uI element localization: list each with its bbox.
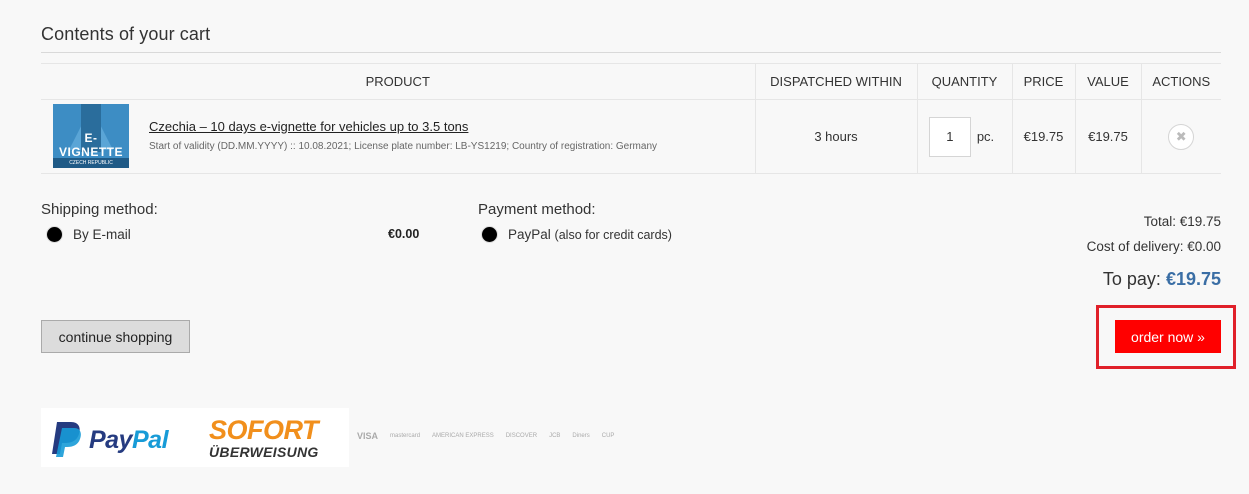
column-header-product: PRODUCT: [41, 63, 755, 100]
cart-title: Contents of your cart: [41, 24, 211, 44]
payment-method-label: Payment method:: [478, 201, 596, 218]
product-thumbnail[interactable]: E-VIGNETTE CZECH REPUBLIC: [53, 104, 129, 168]
quantity-cell: pc.: [916, 99, 1012, 174]
product-name-link[interactable]: Czechia – 10 days e-vignette for vehicle…: [149, 119, 468, 134]
actions-cell: ✖: [1140, 99, 1221, 174]
thumbnail-strip: CZECH REPUBLIC: [53, 158, 129, 168]
delivery-cost-line: Cost of delivery: €0.00: [1086, 239, 1221, 254]
visa-icon: VISA: [357, 431, 379, 441]
sofort-logo: SOFORT ÜBERWEISUNG: [209, 415, 319, 460]
payment-logos-box: PayPal SOFORT ÜBERWEISUNG: [41, 408, 349, 467]
dispatched-cell: 3 hours: [754, 99, 917, 174]
shipping-price: €0.00: [388, 227, 420, 241]
product-details: Start of validity (DD.MM.YYYY) :: 10.08.…: [149, 141, 658, 152]
continue-shopping-button[interactable]: continue shopping: [41, 320, 190, 353]
column-header-quantity: QUANTITY: [916, 63, 1012, 100]
table-row: E-VIGNETTE CZECH REPUBLIC Czechia – 10 d…: [41, 99, 1221, 174]
column-header-price: PRICE: [1011, 63, 1075, 100]
column-header-actions: ACTIONS: [1140, 63, 1221, 100]
payment-option-note: (also for credit cards): [554, 228, 672, 242]
order-totals: Total: €19.75 Cost of delivery: €0.00 To…: [1087, 214, 1221, 290]
paypal-icon: [49, 420, 83, 463]
unionpay-icon: CUP: [601, 433, 615, 439]
price-cell: €19.75: [1011, 99, 1075, 174]
thumbnail-label: E-VIGNETTE: [58, 131, 123, 159]
shipping-radio[interactable]: [46, 226, 63, 243]
shipping-option[interactable]: By E-mail: [46, 226, 131, 243]
column-header-dispatched: DISPATCHED WITHIN: [754, 63, 917, 100]
table-header-row: PRODUCT DISPATCHED WITHIN QUANTITY PRICE…: [41, 63, 1221, 100]
amex-icon: AMERICAN EXPRESS: [432, 433, 494, 439]
diners-icon: Diners: [572, 433, 590, 439]
jcb-icon: JCB: [549, 433, 561, 439]
to-pay-amount: €19.75: [1165, 269, 1221, 289]
cart-page: Contents of your cart PRODUCT DISPATCHED…: [0, 0, 1249, 494]
quantity-input[interactable]: [928, 116, 971, 157]
to-pay-label: To pay:: [1102, 269, 1161, 289]
paypal-logo: PayPal: [89, 426, 169, 454]
value-cell: €19.75: [1074, 99, 1141, 174]
close-icon: ✖: [1175, 129, 1187, 144]
to-pay-line: To pay: €19.75: [1087, 269, 1221, 290]
column-header-value: VALUE: [1074, 63, 1141, 100]
remove-item-button[interactable]: ✖: [1168, 123, 1195, 150]
total-line: Total: €19.75: [1143, 214, 1221, 229]
quantity-unit: pc.: [976, 129, 995, 144]
cart-table: PRODUCT DISPATCHED WITHIN QUANTITY PRICE…: [41, 63, 1221, 174]
product-cell: E-VIGNETTE CZECH REPUBLIC Czechia – 10 d…: [41, 99, 755, 174]
discover-icon: DISCOVER: [505, 433, 538, 439]
payment-option-label: PayPal: [508, 227, 551, 242]
mastercard-icon: mastercard: [390, 433, 421, 439]
shipping-method-label: Shipping method:: [41, 201, 158, 218]
order-now-button[interactable]: order now »: [1115, 320, 1221, 353]
payment-option[interactable]: PayPal (also for credit cards): [481, 226, 672, 243]
payment-radio[interactable]: [481, 226, 498, 243]
shipping-option-label: By E-mail: [73, 227, 131, 242]
card-logos: VISA mastercard AMERICAN EXPRESS DISCOVE…: [357, 431, 614, 441]
title-divider: [41, 52, 1221, 53]
